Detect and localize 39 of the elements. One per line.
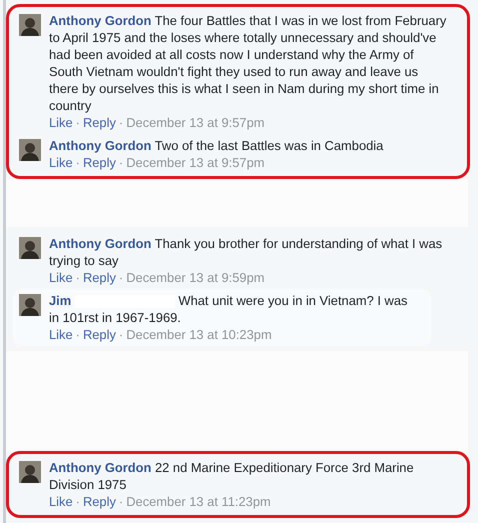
author-link[interactable]: Anthony Gordon xyxy=(49,13,152,28)
timestamp[interactable]: December 13 at 10:23pm xyxy=(126,326,272,343)
separator-dot: · xyxy=(76,114,80,131)
like-link[interactable]: Like xyxy=(49,493,73,510)
reply-link[interactable]: Reply xyxy=(82,154,116,171)
reply-link[interactable]: Reply xyxy=(82,326,116,343)
separator-dot: · xyxy=(76,269,80,286)
author-link[interactable]: Anthony Gordon xyxy=(49,138,152,153)
author-link[interactable]: Jim xyxy=(49,293,72,308)
reply-link[interactable]: Reply xyxy=(82,269,116,286)
comment-text: Anthony Gordon 22 nd Marine Expeditionary Force 3rd Marine Division 1975 xyxy=(49,459,415,493)
comment-text: Anthony Gordon Thank you brother for understanding of what I was trying to say xyxy=(49,235,444,269)
like-link[interactable]: Like xyxy=(49,114,73,131)
avatar-icon[interactable] xyxy=(19,139,41,161)
separator-dot: · xyxy=(118,326,124,343)
reply-link[interactable]: Reply xyxy=(82,493,116,510)
separator-dot: · xyxy=(118,493,124,510)
like-link[interactable]: Like xyxy=(49,269,73,286)
avatar-icon[interactable] xyxy=(19,294,41,316)
like-link[interactable]: Like xyxy=(49,326,73,343)
comment-text: Anthony Gordon Two of the last Battles was in Cambodia xyxy=(49,137,384,154)
timestamp[interactable]: December 13 at 9:59pm xyxy=(126,269,265,286)
comment-text: Anthony Gordon The four Battles that I was in we lost from February to April 1975 and the loses where totally unnecessary and should've had been avoided at all costs now I understand why the Army of South Vietnam wouldn't fight they used to run away and leave us there by ourselves this is what I seen in Nam during my short time in country xyxy=(49,12,448,114)
avatar-icon[interactable] xyxy=(19,14,41,36)
author-link[interactable]: Anthony Gordon xyxy=(49,236,152,251)
avatar-icon[interactable] xyxy=(19,237,41,259)
separator-dot: · xyxy=(118,269,124,286)
separator-dot: · xyxy=(76,326,80,343)
avatar-icon[interactable] xyxy=(19,461,41,483)
like-link[interactable]: Like xyxy=(49,154,73,171)
timestamp[interactable]: December 13 at 11:23pm xyxy=(126,493,271,510)
separator-dot: · xyxy=(76,154,80,171)
timestamp[interactable]: December 13 at 9:57pm xyxy=(126,154,265,171)
author-link[interactable]: Anthony Gordon xyxy=(49,460,152,475)
separator-dot: · xyxy=(118,114,124,131)
separator-dot: · xyxy=(118,154,124,171)
timestamp[interactable]: December 13 at 9:57pm xyxy=(126,114,265,131)
reply-link[interactable]: Reply xyxy=(82,114,116,131)
separator-dot: · xyxy=(76,493,80,510)
